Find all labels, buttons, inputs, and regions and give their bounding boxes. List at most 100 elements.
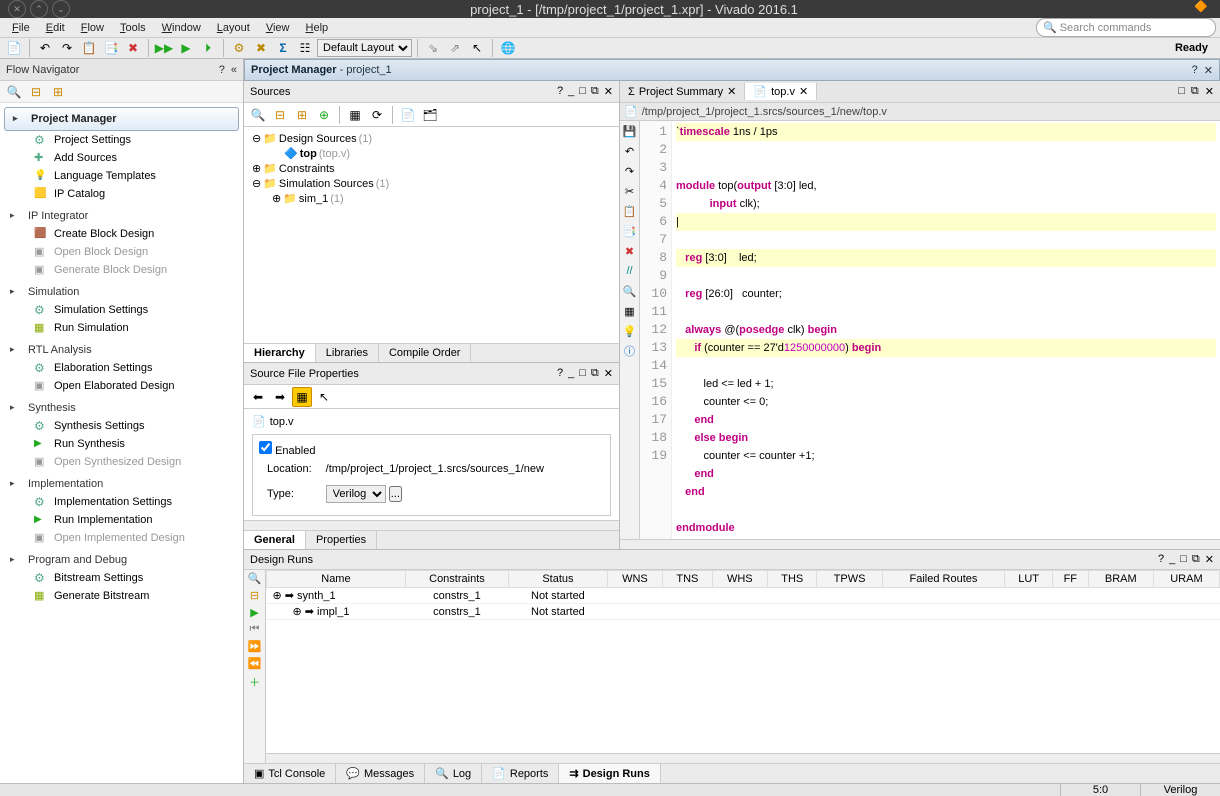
- maximize-icon[interactable]: □: [579, 367, 586, 380]
- search-icon[interactable]: 🔍: [4, 82, 24, 102]
- editor-tab[interactable]: Σ Project Summary ✕: [620, 83, 745, 100]
- expand-icon[interactable]: ⊕: [272, 192, 281, 205]
- back-icon[interactable]: ⬅: [248, 387, 268, 407]
- table-header[interactable]: BRAM: [1088, 571, 1153, 588]
- menu-tools[interactable]: Tools: [112, 22, 154, 34]
- first-icon[interactable]: ⏮: [250, 623, 260, 636]
- minimize-icon[interactable]: _: [568, 85, 574, 98]
- expand-icon[interactable]: ⊕: [273, 590, 282, 602]
- table-header[interactable]: Failed Routes: [882, 571, 1005, 588]
- nav-section-synthesis[interactable]: Synthesis: [0, 395, 243, 417]
- nav-item-run-synthesis[interactable]: Run Synthesis: [0, 435, 243, 453]
- table-header[interactable]: URAM: [1153, 571, 1219, 588]
- table-row[interactable]: ⊕ ➡ impl_1constrs_1Not started: [267, 604, 1220, 620]
- sources-tab-compile-order[interactable]: Compile Order: [379, 344, 472, 362]
- nav-item-bitstream-settings[interactable]: Bitstream Settings: [0, 569, 243, 587]
- save-icon[interactable]: 💾: [622, 123, 638, 139]
- props-tab-properties[interactable]: Properties: [306, 531, 377, 549]
- chevron-up-icon[interactable]: ⌃: [30, 0, 48, 18]
- sigma-icon[interactable]: Σ: [273, 38, 293, 58]
- nav-section-program-and-debug[interactable]: Program and Debug: [0, 547, 243, 569]
- nav-item-elaboration-settings[interactable]: Elaboration Settings: [0, 359, 243, 377]
- close-icon[interactable]: ✕: [604, 85, 613, 98]
- sources-tab-hierarchy[interactable]: Hierarchy: [244, 344, 316, 362]
- bottom-tab-design-runs[interactable]: ⇉Design Runs: [559, 764, 660, 783]
- module-icon[interactable]: ▦: [345, 105, 365, 125]
- source-tree-item[interactable]: ⊖📁 Design Sources (1): [246, 131, 617, 146]
- nav-item-language-templates[interactable]: Language Templates: [0, 167, 243, 185]
- nav-section-ip-integrator[interactable]: IP Integrator: [0, 203, 243, 225]
- collapse-icon[interactable]: ⊟: [250, 589, 259, 602]
- info-icon[interactable]: ⓘ: [622, 343, 638, 359]
- table-header[interactable]: Status: [509, 571, 608, 588]
- nav-item-synthesis-settings[interactable]: Synthesis Settings: [0, 417, 243, 435]
- editor-tab[interactable]: 📄 top.v ✕: [745, 83, 817, 100]
- redo-icon[interactable]: ↷: [622, 163, 638, 179]
- nav-item-run-simulation[interactable]: Run Simulation: [0, 319, 243, 337]
- search-commands-input[interactable]: 🔍 Search commands: [1036, 18, 1216, 37]
- bottom-tab-messages[interactable]: 💬Messages: [336, 764, 425, 783]
- nav-item-simulation-settings[interactable]: Simulation Settings: [0, 301, 243, 319]
- expand-icon[interactable]: ⊖: [252, 177, 261, 190]
- hierarchy-icon[interactable]: 🗂: [420, 105, 440, 125]
- search-icon[interactable]: 🔍: [248, 572, 262, 585]
- help-icon[interactable]: ?: [1158, 553, 1164, 566]
- close-icon[interactable]: ✕: [8, 0, 26, 18]
- expand-icon[interactable]: ⊕: [252, 162, 261, 175]
- arrow2-icon[interactable]: ⇗: [445, 38, 465, 58]
- close-icon[interactable]: ✕: [1204, 64, 1213, 77]
- scrollbar[interactable]: [244, 520, 619, 530]
- menu-window[interactable]: Window: [154, 22, 209, 34]
- bottom-tab-reports[interactable]: 📄Reports: [482, 764, 559, 783]
- prop-value[interactable]: Verilog ...: [320, 481, 550, 507]
- menu-file[interactable]: File: [4, 22, 38, 34]
- menu-view[interactable]: View: [258, 22, 298, 34]
- source-tree-item[interactable]: ⊖📁 Simulation Sources (1): [246, 176, 617, 191]
- nav-item-create-block-design[interactable]: Create Block Design: [0, 225, 243, 243]
- help-icon[interactable]: ?: [219, 64, 225, 76]
- collapse-icon[interactable]: ⊟: [270, 105, 290, 125]
- help-icon[interactable]: ?: [1192, 64, 1198, 77]
- chevron-down-icon[interactable]: ⌄: [52, 0, 70, 18]
- scrollbar[interactable]: [620, 539, 1220, 549]
- maximize-icon[interactable]: □: [579, 85, 586, 98]
- close-icon[interactable]: ✕: [1205, 553, 1214, 566]
- run-step-icon[interactable]: ⏵: [198, 38, 218, 58]
- comment-icon[interactable]: //: [622, 263, 638, 279]
- layout-select[interactable]: Default Layout: [317, 39, 412, 57]
- elab-icon[interactable]: ▦: [622, 303, 638, 319]
- refresh-icon[interactable]: ⟳: [367, 105, 387, 125]
- find-icon[interactable]: 🔍: [622, 283, 638, 299]
- source-tree-item[interactable]: 🔷 top (top.v): [246, 146, 617, 161]
- props-tab-general[interactable]: General: [244, 531, 306, 549]
- cut-icon[interactable]: ✂: [622, 183, 638, 199]
- runs-table[interactable]: NameConstraintsStatusWNSTNSWHSTHSTPWSFai…: [266, 570, 1220, 620]
- help-icon[interactable]: ?: [557, 85, 563, 98]
- popout-icon[interactable]: ⧉: [1191, 85, 1199, 98]
- bottom-tab-tcl-console[interactable]: ▣Tcl Console: [244, 764, 336, 783]
- table-header[interactable]: Name: [267, 571, 406, 588]
- sources-tree[interactable]: ⊖📁 Design Sources (1)🔷 top (top.v)⊕📁 Con…: [244, 127, 619, 343]
- close-icon[interactable]: ✕: [604, 367, 613, 380]
- nav-section-implementation[interactable]: Implementation: [0, 471, 243, 493]
- run-icon[interactable]: ▶: [250, 606, 258, 619]
- popout-icon[interactable]: ⧉: [591, 85, 599, 98]
- table-header[interactable]: THS: [767, 571, 817, 588]
- delete-icon[interactable]: ✖: [123, 38, 143, 58]
- new-project-icon[interactable]: 📄: [4, 38, 24, 58]
- doc-icon[interactable]: 📄: [398, 105, 418, 125]
- sheet-icon[interactable]: ☷: [295, 38, 315, 58]
- nav-item-implementation-settings[interactable]: Implementation Settings: [0, 493, 243, 511]
- world-icon[interactable]: 🌐: [498, 38, 518, 58]
- delete-icon[interactable]: ✖: [622, 243, 638, 259]
- expand-icon[interactable]: ⊖: [252, 132, 261, 145]
- source-tree-item[interactable]: ⊕📁 Constraints: [246, 161, 617, 176]
- popout-icon[interactable]: ⧉: [591, 367, 599, 380]
- maximize-icon[interactable]: □: [1180, 553, 1187, 566]
- minimize-icon[interactable]: _: [568, 367, 574, 380]
- table-header[interactable]: TNS: [663, 571, 713, 588]
- maximize-icon[interactable]: □: [1178, 85, 1185, 98]
- close-icon[interactable]: ✕: [727, 85, 736, 98]
- table-header[interactable]: WNS: [607, 571, 662, 588]
- collapse-all-icon[interactable]: ⊟: [26, 82, 46, 102]
